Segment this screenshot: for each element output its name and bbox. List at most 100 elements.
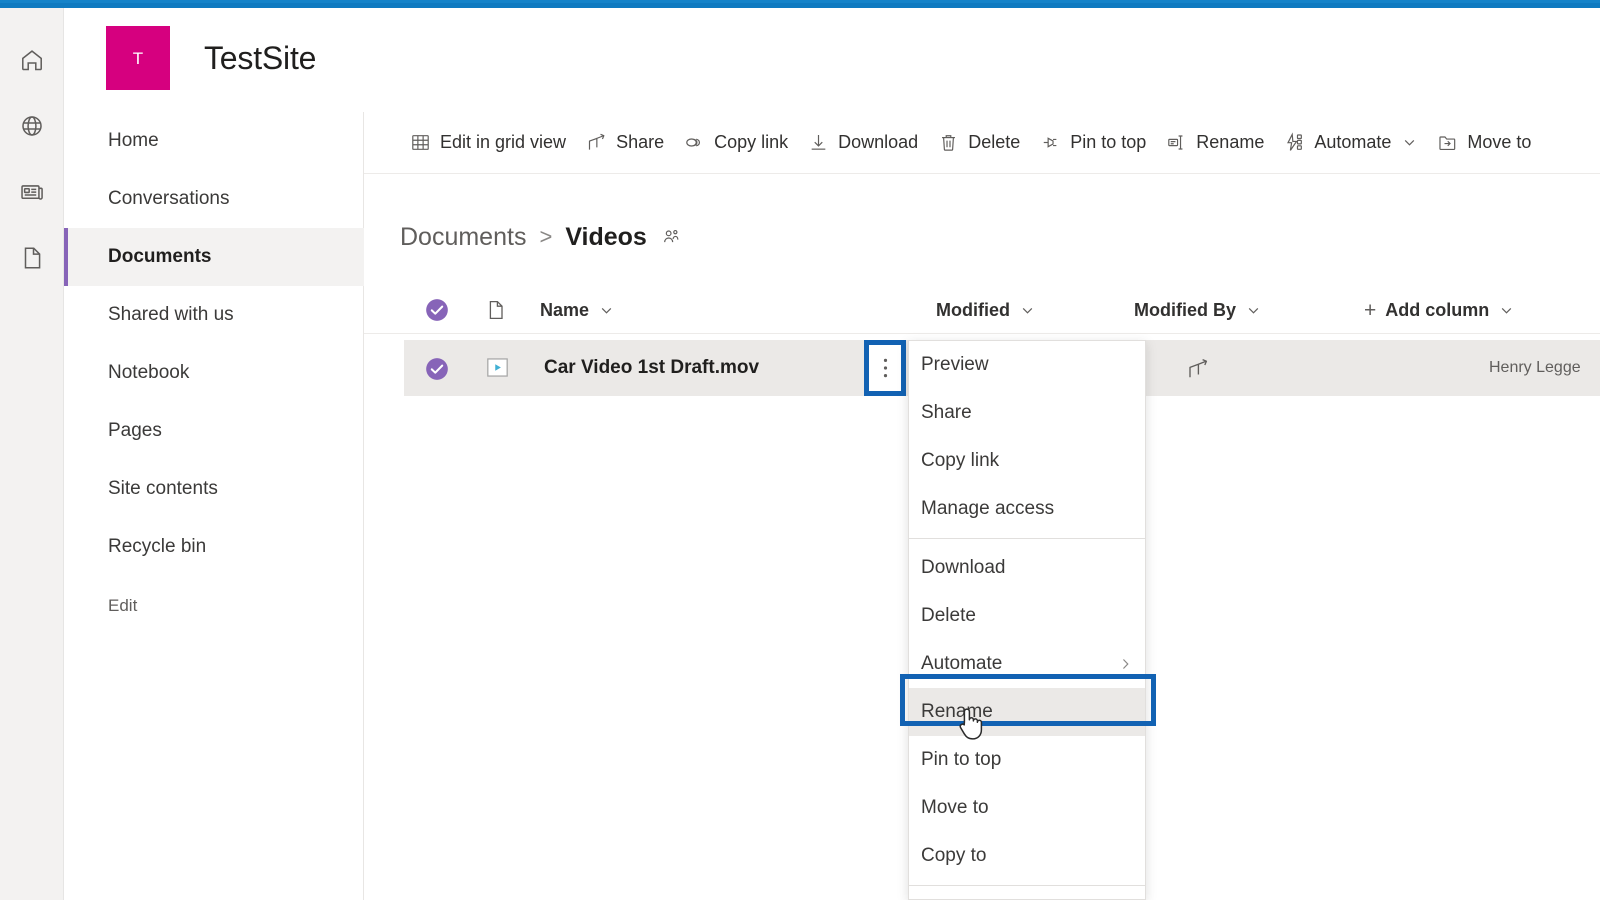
- sidebar-item-label: Pages: [108, 420, 162, 442]
- command-label: Automate: [1314, 132, 1391, 153]
- menu-item-label: Move to: [921, 797, 989, 819]
- command-label: Edit in grid view: [440, 132, 566, 153]
- download-icon: [808, 132, 829, 153]
- menu-item-download[interactable]: Download: [909, 544, 1145, 592]
- modified-by-value: Henry Legge: [1489, 340, 1581, 396]
- news-icon[interactable]: [0, 160, 64, 224]
- column-header-name[interactable]: Name: [540, 286, 614, 334]
- command-label: Delete: [968, 132, 1020, 153]
- grid-icon: [410, 132, 431, 153]
- menu-item-copy-link[interactable]: Copy link: [909, 437, 1145, 485]
- trash-icon: [938, 132, 959, 153]
- pin-to-top-button[interactable]: Pin to top: [1030, 122, 1156, 164]
- column-label: Modified By: [1134, 300, 1236, 321]
- sidebar-item-documents[interactable]: Documents: [64, 228, 364, 286]
- site-logo[interactable]: T: [106, 26, 170, 90]
- chevron-down-icon: [1020, 303, 1035, 318]
- command-label: Move to: [1467, 132, 1531, 153]
- sidebar-item-recycle-bin[interactable]: Recycle bin: [64, 518, 364, 576]
- automate-button[interactable]: Automate: [1274, 122, 1427, 164]
- command-label: Rename: [1196, 132, 1264, 153]
- menu-item-move-to[interactable]: Move to: [909, 784, 1145, 832]
- column-header-modified-by[interactable]: Modified By: [1134, 286, 1261, 334]
- pin-icon: [1040, 132, 1061, 153]
- menu-item-pin-to-top[interactable]: Pin to top: [909, 736, 1145, 784]
- sidebar-item-shared-with-us[interactable]: Shared with us: [64, 286, 364, 344]
- automate-icon: [1284, 132, 1305, 153]
- chevron-down-icon: [1402, 135, 1417, 150]
- menu-item-share[interactable]: Share: [909, 389, 1145, 437]
- sidebar-edit-link[interactable]: Edit: [64, 584, 364, 628]
- home-icon[interactable]: [0, 28, 64, 92]
- breadcrumb-root[interactable]: Documents: [400, 223, 526, 252]
- menu-item-label: Delete: [921, 605, 976, 627]
- chevron-right-icon: [1118, 657, 1133, 672]
- row-more-options-button[interactable]: [869, 345, 901, 391]
- column-label: Name: [540, 300, 589, 321]
- chevron-down-icon: [1246, 303, 1261, 318]
- sidebar-item-label: Documents: [108, 246, 211, 268]
- menu-item-label: Pin to top: [921, 749, 1001, 771]
- command-label: Download: [838, 132, 918, 153]
- site-title: TestSite: [204, 40, 316, 77]
- menu-item-label: Copy to: [921, 845, 986, 867]
- menu-item-label: Preview: [921, 354, 989, 376]
- menu-item-label: Manage access: [921, 498, 1054, 520]
- sidebar-item-label: Site contents: [108, 478, 218, 500]
- globe-icon[interactable]: [0, 94, 64, 158]
- file-type-column-icon[interactable]: [484, 298, 508, 322]
- row-checkbox[interactable]: [424, 356, 450, 382]
- sidebar-item-home[interactable]: Home: [64, 112, 364, 170]
- sidebar-item-pages[interactable]: Pages: [64, 402, 364, 460]
- app-rail: [0, 8, 64, 900]
- menu-item-preview[interactable]: Preview: [909, 341, 1145, 389]
- sidebar-item-conversations[interactable]: Conversations: [64, 170, 364, 228]
- menu-item-copy-to[interactable]: Copy to: [909, 832, 1145, 880]
- menu-divider: [909, 538, 1145, 539]
- command-label: Copy link: [714, 132, 788, 153]
- add-column-button[interactable]: + Add column: [1364, 286, 1514, 334]
- rename-button[interactable]: Rename: [1156, 122, 1274, 164]
- people-shared-icon[interactable]: [661, 227, 681, 247]
- list-header: Name Modified Modified By: [364, 286, 1600, 334]
- rename-icon: [1166, 132, 1187, 153]
- site-header: T TestSite: [64, 8, 1600, 112]
- site-navigation: Home Conversations Documents Shared with…: [64, 112, 364, 900]
- sidebar-edit-label: Edit: [108, 596, 137, 616]
- sidebar-item-site-contents[interactable]: Site contents: [64, 460, 364, 518]
- sidebar-item-label: Notebook: [108, 362, 189, 384]
- command-label: Pin to top: [1070, 132, 1146, 153]
- menu-item-rename[interactable]: Rename: [909, 688, 1145, 736]
- column-header-modified[interactable]: Modified: [936, 286, 1035, 334]
- menu-item-automate[interactable]: Automate: [909, 640, 1145, 688]
- copy-link-button[interactable]: Copy link: [674, 122, 798, 164]
- file-name[interactable]: Car Video 1st Draft.mov: [544, 340, 759, 396]
- delete-button[interactable]: Delete: [928, 122, 1030, 164]
- menu-item-label: Share: [921, 402, 972, 424]
- sidebar-item-label: Home: [108, 130, 159, 152]
- sidebar-item-label: Conversations: [108, 188, 229, 210]
- column-label: Add column: [1385, 300, 1489, 321]
- breadcrumb-separator: >: [539, 224, 552, 250]
- edit-in-grid-view-button[interactable]: Edit in grid view: [400, 122, 576, 164]
- column-label: Modified: [936, 300, 1010, 321]
- download-button[interactable]: Download: [798, 122, 928, 164]
- move-to-button[interactable]: Move to: [1427, 122, 1541, 164]
- share-button[interactable]: Share: [576, 122, 674, 164]
- top-accent-bar: [0, 0, 1600, 8]
- sidebar-item-label: Recycle bin: [108, 536, 206, 558]
- menu-item-manage-access[interactable]: Manage access: [909, 485, 1145, 533]
- breadcrumb: Documents > Videos: [400, 215, 681, 259]
- sidebar-item-notebook[interactable]: Notebook: [64, 344, 364, 402]
- menu-item-label: Rename: [921, 701, 993, 723]
- document-icon[interactable]: [0, 226, 64, 290]
- menu-item-delete[interactable]: Delete: [909, 592, 1145, 640]
- chevron-down-icon: [599, 303, 614, 318]
- moveto-icon: [1437, 132, 1458, 153]
- row-context-menu: Preview Share Copy link Manage access Do…: [908, 340, 1146, 900]
- menu-item-label: Download: [921, 557, 1006, 579]
- row-share-icon[interactable]: [1186, 357, 1210, 381]
- select-all-checkbox[interactable]: [424, 297, 450, 323]
- link-icon: [684, 132, 705, 153]
- menu-divider: [909, 885, 1145, 886]
